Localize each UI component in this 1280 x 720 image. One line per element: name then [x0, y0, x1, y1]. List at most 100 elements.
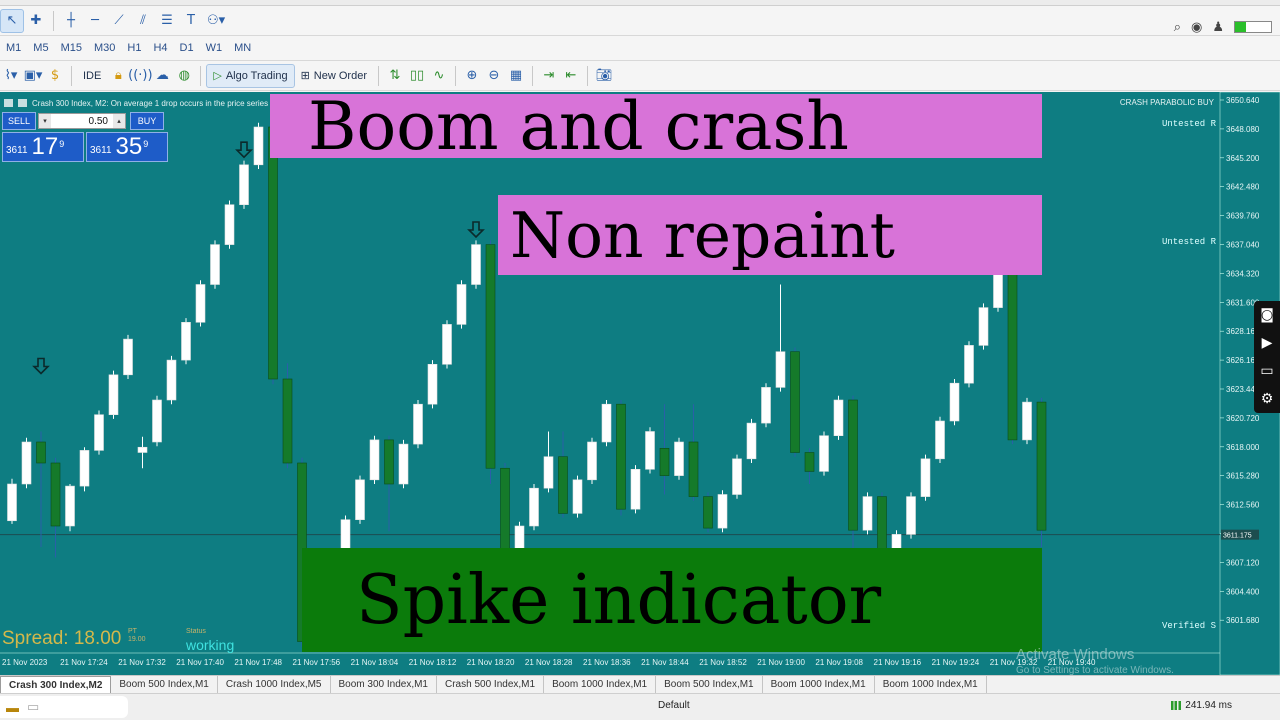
lot-size-input[interactable]: ▾ 0.50 ▴: [38, 113, 126, 129]
shapes-tool-icon[interactable]: ⚇▾: [203, 9, 229, 33]
bull-candle: [471, 244, 481, 285]
buy-button[interactable]: BUY: [130, 112, 164, 130]
tab-boom-1000-c[interactable]: Boom 1000 Index,M1: [875, 675, 987, 694]
zoom-in-icon[interactable]: ⊕: [461, 65, 483, 87]
toolbar-tools: ↖ ✚ ┼ ─ ⟋ ⫽ ☰ T ⚇▾ ⌕ ◉ ♟: [0, 6, 1280, 36]
taskbar-icons: ▬ ▭: [0, 696, 128, 718]
equidistant-channel-tool-icon[interactable]: ⫽: [131, 9, 155, 33]
price-tick-label: 3623.44: [1226, 385, 1255, 394]
price-chart[interactable]: 3650.640 3648.080 3645.200 3642.480 3639.760…: [0, 92, 1280, 675]
text-tool-icon[interactable]: T: [179, 9, 203, 33]
lot-size-value: 0.50: [88, 115, 108, 127]
search-icon[interactable]: ⌕: [1174, 20, 1181, 35]
algo-trading-button[interactable]: ▷ Algo Trading: [206, 63, 295, 88]
signal-user-icon[interactable]: ♟: [1212, 20, 1224, 35]
lot-decrease-icon[interactable]: ▾: [39, 114, 51, 128]
timeframe-m5[interactable]: M5: [27, 37, 54, 59]
folder-icon[interactable]: ▬: [6, 700, 19, 715]
candlestick-chart-icon[interactable]: ▯▯: [406, 65, 428, 87]
video-icon[interactable]: ▶: [1262, 335, 1273, 351]
vps-icon[interactable]: ◍: [173, 65, 195, 87]
timeframe-d1[interactable]: D1: [174, 37, 200, 59]
timeframes-bar: M1 M5 M15 M30 H1 H4 D1 W1 MN: [0, 36, 1280, 61]
time-tick-label: 21 Nov 19:16: [874, 658, 922, 667]
bar-chart-icon[interactable]: ⇅: [384, 65, 406, 87]
time-tick-label: 21 Nov 18:44: [641, 658, 689, 667]
lot-increase-icon[interactable]: ▴: [113, 114, 125, 128]
fibonacci-tool-icon[interactable]: ☰: [155, 9, 179, 33]
new-order-button[interactable]: ⊞ New Order: [295, 64, 373, 88]
bull-candle: [1022, 401, 1032, 441]
trendline-tool-icon[interactable]: ⟋: [107, 9, 131, 33]
chart-header: Crash 300 Index, M2: On average 1 drop o…: [4, 96, 290, 110]
timeframe-m1[interactable]: M1: [0, 37, 27, 59]
buy-price-button[interactable]: 3611 35 9: [86, 132, 168, 162]
time-tick-label: 21 Nov 17:40: [176, 658, 224, 667]
timeframe-m15[interactable]: M15: [55, 37, 88, 59]
signal-icon[interactable]: ((·)): [128, 65, 152, 87]
tab-crash-300[interactable]: Crash 300 Index,M2: [0, 675, 112, 694]
bull-candle: [210, 244, 220, 285]
tab-boom-1000-b[interactable]: Boom 1000 Index,M1: [763, 675, 875, 694]
grid-icon[interactable]: ▦: [505, 65, 527, 87]
zone-label-untested: Untested R: [1161, 237, 1216, 247]
timeframe-w1[interactable]: W1: [200, 37, 229, 59]
tab-boom-500-b[interactable]: Boom 500 Index,M1: [656, 675, 763, 694]
camera-icon[interactable]: ◙: [1260, 307, 1274, 323]
current-price-label: 3611.175: [1223, 533, 1252, 540]
timeframe-h1[interactable]: H1: [121, 37, 147, 59]
tab-crash-500[interactable]: Crash 500 Index,M1: [437, 675, 545, 694]
ide-button[interactable]: IDE: [77, 64, 107, 88]
chart-template-icon[interactable]: ▣▾: [22, 65, 44, 87]
sell-signal-arrow: [32, 357, 50, 375]
spread-sub-line: PT: [128, 628, 137, 635]
timeframe-mn[interactable]: MN: [228, 37, 257, 59]
tab-crash-1000[interactable]: Crash 1000 Index,M5: [218, 675, 331, 694]
timeframe-m30[interactable]: M30: [88, 37, 121, 59]
price-tick-label: 3607.120: [1226, 558, 1260, 567]
bull-candle: [239, 164, 249, 206]
chart-shift-icon[interactable]: ⇤: [560, 65, 582, 87]
crosshair-tool-icon[interactable]: ✚: [24, 9, 48, 33]
autoscroll-icon[interactable]: ⇥: [538, 65, 560, 87]
tab-boom-1000[interactable]: Boom 1000 Index,M1: [544, 675, 657, 694]
zoom-out-icon[interactable]: ⊖: [483, 65, 505, 87]
side-capture-toolbar: ◙ ▶ ▭ ⚙: [1254, 301, 1280, 413]
window-icon[interactable]: ▭: [1260, 363, 1273, 379]
screenshot-icon[interactable]: 📷︎: [593, 65, 615, 87]
cursor-tool-icon[interactable]: ↖: [0, 8, 24, 33]
tab-boom-300[interactable]: Boom 300 Index,M1: [331, 675, 437, 694]
bear-candle: [688, 441, 699, 497]
bull-candle: [819, 435, 829, 472]
vertical-line-tool-icon[interactable]: ┼: [59, 9, 83, 33]
timeframe-h4[interactable]: H4: [147, 37, 173, 59]
metatrader-window: ↖ ✚ ┼ ─ ⟋ ⫽ ☰ T ⚇▾ ⌕ ◉ ♟ M1 M5 M15 M30 H…: [0, 0, 1280, 720]
bull-candle: [746, 422, 757, 460]
bear-candle: [558, 456, 568, 514]
bear-candle: [804, 452, 815, 472]
sell-price-button[interactable]: 3611 17 9: [2, 132, 84, 162]
bear-candle: [50, 462, 61, 527]
lock-icon[interactable]: 🔒︎: [107, 65, 129, 87]
notifications-icon[interactable]: ◉: [1191, 20, 1202, 35]
cloud-icon[interactable]: ☁: [151, 65, 173, 87]
price-tick-label: 3650.640: [1226, 96, 1260, 105]
line-chart-icon[interactable]: ∿: [428, 65, 450, 87]
market-icon[interactable]: $: [44, 65, 66, 87]
bull-candle: [732, 458, 742, 495]
bull-candle: [587, 441, 597, 481]
window-icon[interactable]: ▭: [27, 699, 39, 715]
bull-candle: [108, 374, 119, 415]
tab-boom-500[interactable]: Boom 500 Index,M1: [111, 675, 218, 694]
sell-button[interactable]: SELL: [2, 112, 36, 130]
price-tick-label: 3612.560: [1226, 501, 1260, 510]
activate-windows-watermark: Activate Windows Go to Settings to activ…: [1016, 646, 1174, 675]
settings-gear-icon[interactable]: ⚙: [1261, 391, 1274, 407]
time-tick-label: 21 Nov 17:24: [60, 658, 108, 667]
connection-status: 241.94 ms: [1171, 700, 1232, 711]
horizontal-line-tool-icon[interactable]: ─: [83, 9, 107, 33]
bull-candle: [427, 363, 438, 405]
bull-candle: [94, 414, 104, 451]
chart-type-icon[interactable]: ⌇▾: [0, 65, 22, 87]
bull-candle: [717, 494, 728, 529]
